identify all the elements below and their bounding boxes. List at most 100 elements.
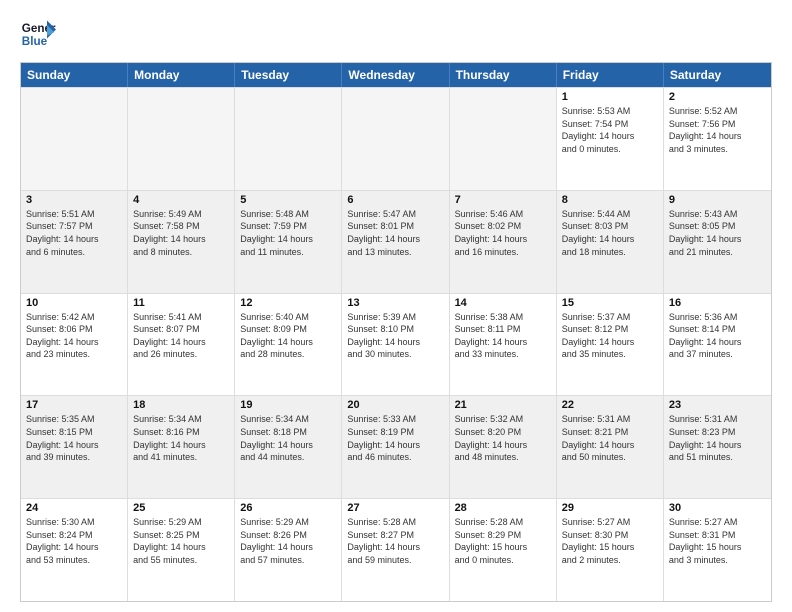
day-info: Sunrise: 5:42 AMSunset: 8:06 PMDaylight:… — [26, 311, 122, 361]
day-cell-30: 30 Sunrise: 5:27 AMSunset: 8:31 PMDayligh… — [664, 499, 771, 601]
day-number: 26 — [240, 502, 336, 514]
day-number: 4 — [133, 194, 229, 206]
header-day-wednesday: Wednesday — [342, 63, 449, 87]
day-info: Sunrise: 5:31 AMSunset: 8:21 PMDaylight:… — [562, 413, 658, 463]
day-cell-24: 24 Sunrise: 5:30 AMSunset: 8:24 PMDayligh… — [21, 499, 128, 601]
day-number: 10 — [26, 297, 122, 309]
day-info: Sunrise: 5:29 AMSunset: 8:25 PMDaylight:… — [133, 516, 229, 566]
day-cell-10: 10 Sunrise: 5:42 AMSunset: 8:06 PMDayligh… — [21, 294, 128, 396]
calendar: SundayMondayTuesdayWednesdayThursdayFrid… — [20, 62, 772, 602]
day-info: Sunrise: 5:32 AMSunset: 8:20 PMDaylight:… — [455, 413, 551, 463]
day-info: Sunrise: 5:31 AMSunset: 8:23 PMDaylight:… — [669, 413, 766, 463]
day-cell-27: 27 Sunrise: 5:28 AMSunset: 8:27 PMDayligh… — [342, 499, 449, 601]
day-cell-4: 4 Sunrise: 5:49 AMSunset: 7:58 PMDaylight… — [128, 191, 235, 293]
empty-cell — [21, 88, 128, 190]
day-number: 9 — [669, 194, 766, 206]
calendar-header: SundayMondayTuesdayWednesdayThursdayFrid… — [21, 63, 771, 87]
day-cell-8: 8 Sunrise: 5:44 AMSunset: 8:03 PMDaylight… — [557, 191, 664, 293]
day-cell-25: 25 Sunrise: 5:29 AMSunset: 8:25 PMDayligh… — [128, 499, 235, 601]
day-cell-12: 12Sunrise: 5:40 AMSunset: 8:09 PMDayligh… — [235, 294, 342, 396]
day-info: Sunrise: 5:28 AMSunset: 8:27 PMDaylight:… — [347, 516, 443, 566]
day-cell-21: 21Sunrise: 5:32 AMSunset: 8:20 PMDayligh… — [450, 396, 557, 498]
svg-text:Blue: Blue — [22, 35, 48, 48]
day-number: 30 — [669, 502, 766, 514]
logo: General Blue — [20, 16, 56, 52]
calendar-row-0: 1 Sunrise: 5:53 AMSunset: 7:54 PMDaylight… — [21, 87, 771, 190]
day-cell-14: 14 Sunrise: 5:38 AMSunset: 8:11 PMDayligh… — [450, 294, 557, 396]
day-info: Sunrise: 5:33 AMSunset: 8:19 PMDaylight:… — [347, 413, 443, 463]
day-cell-19: 19 Sunrise: 5:34 AMSunset: 8:18 PMDayligh… — [235, 396, 342, 498]
calendar-row-4: 24 Sunrise: 5:30 AMSunset: 8:24 PMDayligh… — [21, 498, 771, 601]
day-info: Sunrise: 5:35 AMSunset: 8:15 PMDaylight:… — [26, 413, 122, 463]
day-number: 24 — [26, 502, 122, 514]
day-cell-22: 22 Sunrise: 5:31 AMSunset: 8:21 PMDayligh… — [557, 396, 664, 498]
empty-cell — [450, 88, 557, 190]
day-number: 2 — [669, 91, 766, 103]
day-cell-28: 28Sunrise: 5:28 AMSunset: 8:29 PMDayligh… — [450, 499, 557, 601]
day-cell-6: 6 Sunrise: 5:47 AMSunset: 8:01 PMDaylight… — [342, 191, 449, 293]
day-info: Sunrise: 5:39 AMSunset: 8:10 PMDaylight:… — [347, 311, 443, 361]
day-number: 25 — [133, 502, 229, 514]
calendar-row-3: 17 Sunrise: 5:35 AMSunset: 8:15 PMDayligh… — [21, 395, 771, 498]
day-info: Sunrise: 5:53 AMSunset: 7:54 PMDaylight:… — [562, 105, 658, 155]
day-number: 5 — [240, 194, 336, 206]
day-info: Sunrise: 5:44 AMSunset: 8:03 PMDaylight:… — [562, 208, 658, 258]
day-number: 18 — [133, 399, 229, 411]
day-cell-13: 13 Sunrise: 5:39 AMSunset: 8:10 PMDayligh… — [342, 294, 449, 396]
day-cell-17: 17 Sunrise: 5:35 AMSunset: 8:15 PMDayligh… — [21, 396, 128, 498]
header-day-thursday: Thursday — [450, 63, 557, 87]
day-cell-5: 5 Sunrise: 5:48 AMSunset: 7:59 PMDaylight… — [235, 191, 342, 293]
day-cell-11: 11Sunrise: 5:41 AMSunset: 8:07 PMDayligh… — [128, 294, 235, 396]
day-cell-26: 26 Sunrise: 5:29 AMSunset: 8:26 PMDayligh… — [235, 499, 342, 601]
day-number: 8 — [562, 194, 658, 206]
day-number: 15 — [562, 297, 658, 309]
day-info: Sunrise: 5:36 AMSunset: 8:14 PMDaylight:… — [669, 311, 766, 361]
day-number: 1 — [562, 91, 658, 103]
day-cell-18: 18 Sunrise: 5:34 AMSunset: 8:16 PMDayligh… — [128, 396, 235, 498]
day-info: Sunrise: 5:47 AMSunset: 8:01 PMDaylight:… — [347, 208, 443, 258]
day-info: Sunrise: 5:34 AMSunset: 8:18 PMDaylight:… — [240, 413, 336, 463]
header-day-saturday: Saturday — [664, 63, 771, 87]
day-info: Sunrise: 5:27 AMSunset: 8:30 PMDaylight:… — [562, 516, 658, 566]
day-info: Sunrise: 5:46 AMSunset: 8:02 PMDaylight:… — [455, 208, 551, 258]
day-info: Sunrise: 5:40 AMSunset: 8:09 PMDaylight:… — [240, 311, 336, 361]
day-info: Sunrise: 5:34 AMSunset: 8:16 PMDaylight:… — [133, 413, 229, 463]
day-info: Sunrise: 5:29 AMSunset: 8:26 PMDaylight:… — [240, 516, 336, 566]
day-number: 14 — [455, 297, 551, 309]
page: General Blue SundayMondayTuesdayWednesda… — [0, 0, 792, 612]
calendar-body: 1 Sunrise: 5:53 AMSunset: 7:54 PMDaylight… — [21, 87, 771, 601]
header: General Blue — [20, 16, 772, 52]
day-cell-1: 1 Sunrise: 5:53 AMSunset: 7:54 PMDaylight… — [557, 88, 664, 190]
day-info: Sunrise: 5:37 AMSunset: 8:12 PMDaylight:… — [562, 311, 658, 361]
day-info: Sunrise: 5:38 AMSunset: 8:11 PMDaylight:… — [455, 311, 551, 361]
day-info: Sunrise: 5:41 AMSunset: 8:07 PMDaylight:… — [133, 311, 229, 361]
day-info: Sunrise: 5:27 AMSunset: 8:31 PMDaylight:… — [669, 516, 766, 566]
day-info: Sunrise: 5:49 AMSunset: 7:58 PMDaylight:… — [133, 208, 229, 258]
day-number: 16 — [669, 297, 766, 309]
day-number: 6 — [347, 194, 443, 206]
day-cell-23: 23 Sunrise: 5:31 AMSunset: 8:23 PMDayligh… — [664, 396, 771, 498]
day-number: 3 — [26, 194, 122, 206]
day-number: 23 — [669, 399, 766, 411]
day-number: 20 — [347, 399, 443, 411]
day-cell-9: 9 Sunrise: 5:43 AMSunset: 8:05 PMDaylight… — [664, 191, 771, 293]
day-cell-29: 29 Sunrise: 5:27 AMSunset: 8:30 PMDayligh… — [557, 499, 664, 601]
day-info: Sunrise: 5:43 AMSunset: 8:05 PMDaylight:… — [669, 208, 766, 258]
calendar-row-1: 3 Sunrise: 5:51 AMSunset: 7:57 PMDaylight… — [21, 190, 771, 293]
day-info: Sunrise: 5:30 AMSunset: 8:24 PMDaylight:… — [26, 516, 122, 566]
header-day-tuesday: Tuesday — [235, 63, 342, 87]
empty-cell — [128, 88, 235, 190]
day-number: 7 — [455, 194, 551, 206]
day-number: 17 — [26, 399, 122, 411]
day-info: Sunrise: 5:51 AMSunset: 7:57 PMDaylight:… — [26, 208, 122, 258]
day-number: 19 — [240, 399, 336, 411]
day-info: Sunrise: 5:48 AMSunset: 7:59 PMDaylight:… — [240, 208, 336, 258]
day-cell-3: 3 Sunrise: 5:51 AMSunset: 7:57 PMDaylight… — [21, 191, 128, 293]
day-number: 29 — [562, 502, 658, 514]
day-cell-7: 7 Sunrise: 5:46 AMSunset: 8:02 PMDaylight… — [450, 191, 557, 293]
header-day-monday: Monday — [128, 63, 235, 87]
day-number: 28 — [455, 502, 551, 514]
day-number: 22 — [562, 399, 658, 411]
day-number: 27 — [347, 502, 443, 514]
day-number: 13 — [347, 297, 443, 309]
